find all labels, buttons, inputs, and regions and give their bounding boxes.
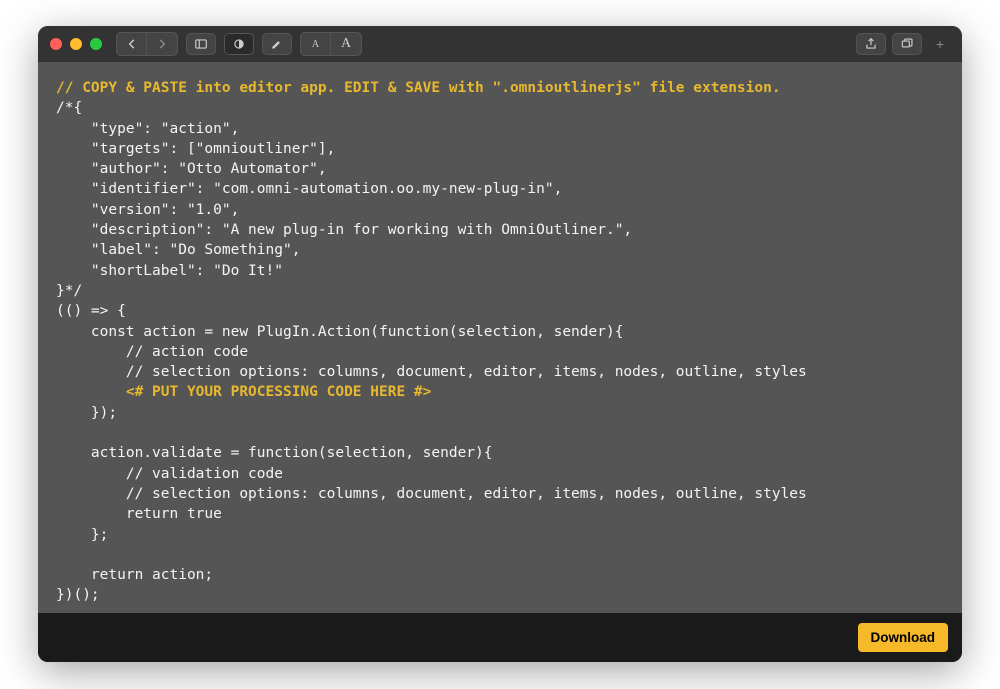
- code-line: const action = new PlugIn.Action(functio…: [56, 324, 623, 340]
- code-line: }*/: [56, 283, 82, 299]
- minimize-window-icon[interactable]: [70, 38, 82, 50]
- code-line: return action;: [56, 567, 213, 583]
- chevron-right-icon: [155, 37, 169, 51]
- code-line: // action code: [56, 344, 248, 360]
- code-line: // validation code: [56, 466, 283, 482]
- window-footer: Download: [38, 613, 962, 662]
- font-large-button[interactable]: A: [331, 33, 361, 55]
- code-line: (() => {: [56, 303, 126, 319]
- code-line: });: [56, 405, 117, 421]
- forward-button[interactable]: [147, 33, 177, 55]
- code-line: /*{: [56, 100, 82, 116]
- code-line: "version": "1.0",: [56, 202, 239, 218]
- pencil-icon: [270, 37, 284, 51]
- code-line: // selection options: columns, document,…: [56, 486, 807, 502]
- font-size-group: A A: [300, 32, 362, 56]
- code-line: // selection options: columns, document,…: [56, 364, 807, 380]
- download-button[interactable]: Download: [858, 623, 949, 652]
- windows-button[interactable]: [892, 33, 922, 55]
- close-window-icon[interactable]: [50, 38, 62, 50]
- code-editor[interactable]: // COPY & PASTE into editor app. EDIT & …: [38, 62, 962, 613]
- code-line: "author": "Otto Automator",: [56, 161, 327, 177]
- code-line: [56, 547, 91, 563]
- right-toolbar: +: [856, 33, 950, 55]
- code-line: action.validate = function(selection, se…: [56, 445, 493, 461]
- placeholder-line: <# PUT YOUR PROCESSING CODE HERE #>: [56, 384, 431, 400]
- code-line: };: [56, 527, 108, 543]
- code-line: return true: [56, 506, 222, 522]
- code-line: "shortLabel": "Do It!": [56, 263, 283, 279]
- windows-icon: [900, 37, 914, 51]
- circle-half-icon: [232, 37, 246, 51]
- sidebar-toggle-button[interactable]: [186, 33, 216, 55]
- sidebar-icon: [194, 37, 208, 51]
- nav-group: [116, 32, 178, 56]
- code-line: "label": "Do Something",: [56, 242, 300, 258]
- traffic-lights: [50, 38, 102, 50]
- theme-toggle-button[interactable]: [224, 33, 254, 55]
- new-tab-button[interactable]: +: [930, 33, 950, 55]
- share-button[interactable]: [856, 33, 886, 55]
- code-line: "type": "action",: [56, 121, 239, 137]
- back-button[interactable]: [117, 33, 147, 55]
- share-icon: [864, 37, 878, 51]
- code-line: "targets": ["omnioutliner"],: [56, 141, 335, 157]
- font-small-button[interactable]: A: [301, 33, 331, 55]
- window-titlebar: A A +: [38, 26, 962, 62]
- edit-button[interactable]: [262, 33, 292, 55]
- code-line: })();: [56, 587, 100, 603]
- code-line: "description": "A new plug-in for workin…: [56, 222, 632, 238]
- code-editor-window: A A + // COPY & PASTE into editor app. E…: [38, 26, 962, 662]
- code-line: "identifier": "com.omni-automation.oo.my…: [56, 181, 562, 197]
- comment-line: // COPY & PASTE into editor app. EDIT & …: [56, 80, 781, 96]
- chevron-left-icon: [125, 37, 139, 51]
- maximize-window-icon[interactable]: [90, 38, 102, 50]
